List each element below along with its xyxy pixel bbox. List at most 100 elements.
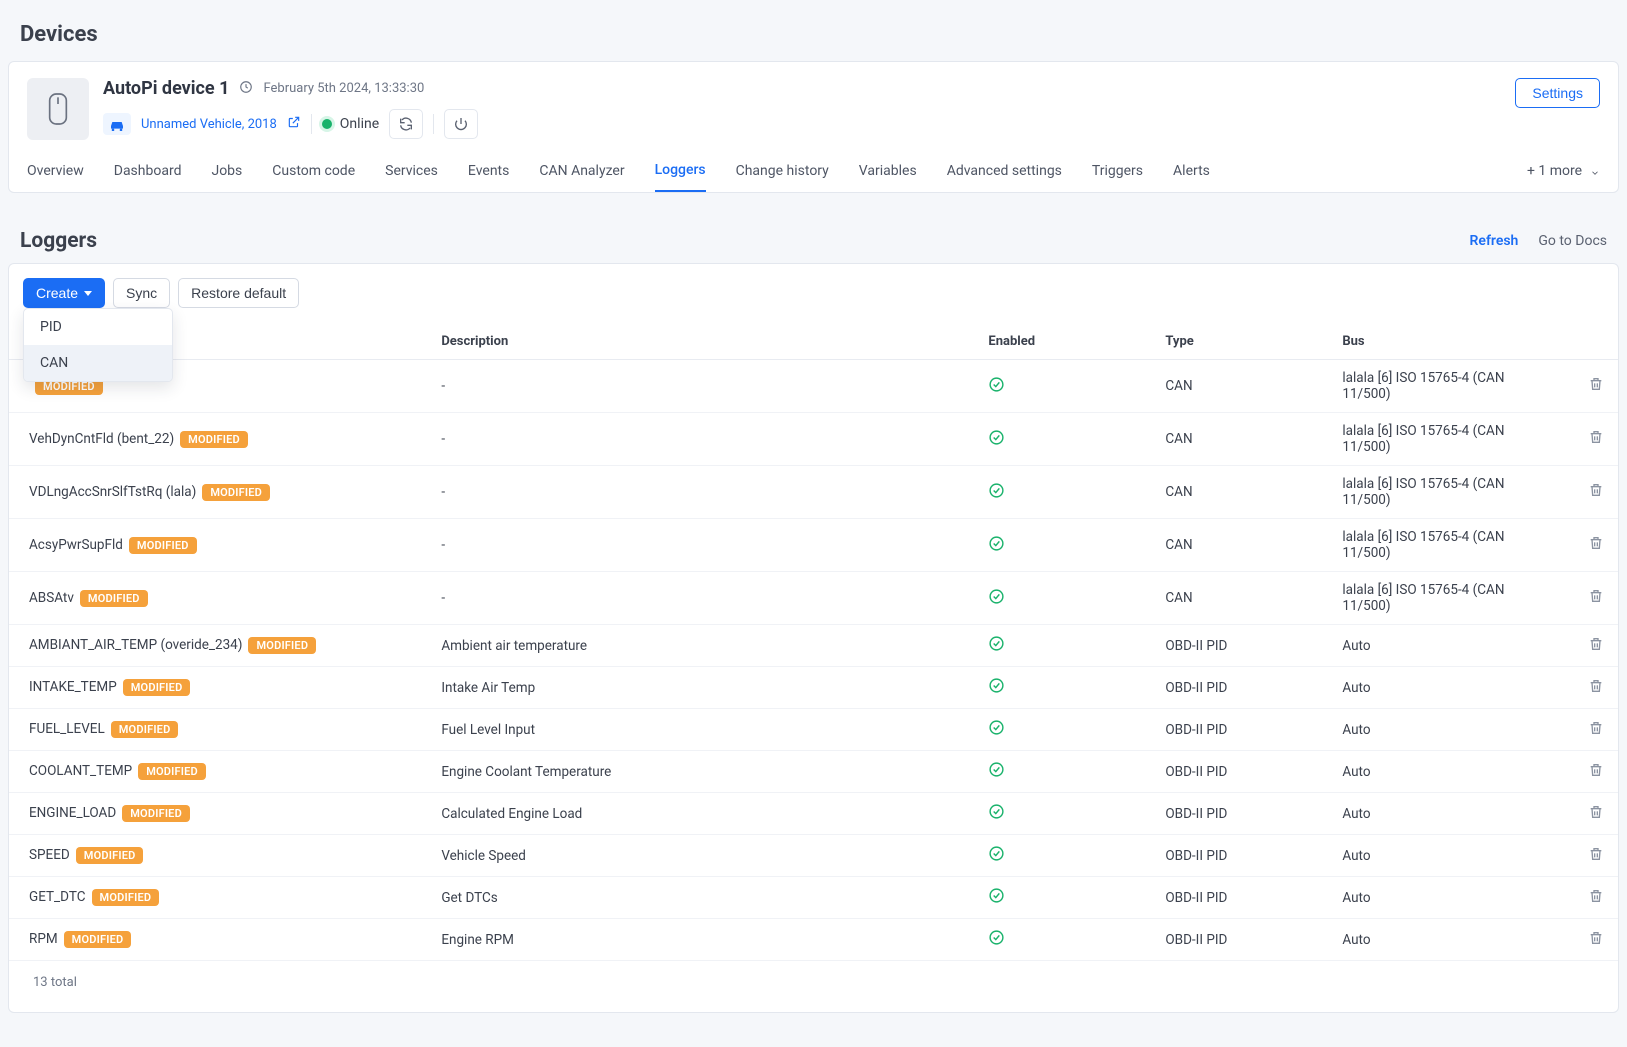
- create-button-label: Create: [36, 285, 78, 301]
- external-link-icon[interactable]: [287, 115, 301, 133]
- device-name: AutoPi device 1: [103, 78, 229, 99]
- modified-badge: MODIFIED: [80, 590, 148, 607]
- loggers-card: Create Sync Restore default PID CAN Name…: [8, 263, 1619, 1013]
- check-circle-icon: [988, 540, 1005, 556]
- table-row[interactable]: SPEEDMODIFIEDVehicle SpeedOBD-II PIDAuto: [9, 835, 1618, 877]
- row-name: INTAKE_TEMP: [29, 679, 117, 695]
- docs-link[interactable]: Go to Docs: [1538, 233, 1607, 249]
- row-bus: Auto: [1328, 625, 1569, 667]
- row-type: CAN: [1151, 572, 1328, 625]
- check-circle-icon: [988, 724, 1005, 740]
- clock-icon: [239, 80, 253, 98]
- tab-change-history[interactable]: Change history: [736, 155, 829, 191]
- sync-button[interactable]: Sync: [113, 278, 170, 308]
- row-bus: Auto: [1328, 835, 1569, 877]
- delete-button[interactable]: [1588, 486, 1604, 502]
- create-button[interactable]: Create: [23, 278, 105, 308]
- row-type: OBD-II PID: [1151, 877, 1328, 919]
- delete-button[interactable]: [1588, 640, 1604, 656]
- tab-loggers[interactable]: Loggers: [655, 154, 706, 192]
- modified-badge: MODIFIED: [123, 679, 191, 696]
- delete-button[interactable]: [1588, 808, 1604, 824]
- tab-alerts[interactable]: Alerts: [1173, 155, 1210, 191]
- row-bus: Auto: [1328, 709, 1569, 751]
- row-name: VDLngAccSnrSlfTstRq (lala): [29, 484, 196, 500]
- table-row[interactable]: VDLngAccSnrSlfTstRq (lala)MODIFIED-CANla…: [9, 466, 1618, 519]
- row-name: AMBIANT_AIR_TEMP (overide_234): [29, 637, 242, 653]
- table-row[interactable]: COOLANT_TEMPMODIFIEDEngine Coolant Tempe…: [9, 751, 1618, 793]
- row-bus: Auto: [1328, 751, 1569, 793]
- tab-can-analyzer[interactable]: CAN Analyzer: [539, 155, 624, 191]
- row-name: AcsyPwrSupFld: [29, 537, 123, 553]
- modified-badge: MODIFIED: [248, 637, 316, 654]
- delete-button[interactable]: [1588, 766, 1604, 782]
- delete-button[interactable]: [1588, 592, 1604, 608]
- power-button[interactable]: [444, 109, 478, 139]
- device-tabs: Overview Dashboard Jobs Custom code Services…: [9, 140, 1618, 192]
- modified-badge: MODIFIED: [122, 805, 190, 822]
- tab-triggers[interactable]: Triggers: [1092, 155, 1143, 191]
- tab-overview[interactable]: Overview: [27, 155, 84, 191]
- col-bus[interactable]: Bus: [1342, 334, 1364, 349]
- refresh-link[interactable]: Refresh: [1470, 233, 1519, 249]
- delete-button[interactable]: [1588, 934, 1604, 950]
- tab-dashboard[interactable]: Dashboard: [114, 155, 182, 191]
- device-card: AutoPi device 1 February 5th 2024, 13:33…: [8, 61, 1619, 193]
- tab-services[interactable]: Services: [385, 155, 438, 191]
- tabs-more[interactable]: + 1 more: [1527, 155, 1600, 191]
- status-dot-icon: [322, 119, 332, 129]
- refresh-device-button[interactable]: [389, 109, 423, 139]
- row-description: Vehicle Speed: [427, 835, 974, 877]
- tab-custom-code[interactable]: Custom code: [272, 155, 355, 191]
- vehicle-link[interactable]: Unnamed Vehicle, 2018: [141, 117, 277, 132]
- table-row[interactable]: INTAKE_TEMPMODIFIEDIntake Air TempOBD-II…: [9, 667, 1618, 709]
- restore-default-button[interactable]: Restore default: [178, 278, 299, 308]
- table-row[interactable]: FUEL_LEVELMODIFIEDFuel Level InputOBD-II…: [9, 709, 1618, 751]
- table-row[interactable]: GET_DTCMODIFIEDGet DTCsOBD-II PIDAuto: [9, 877, 1618, 919]
- col-description[interactable]: Description: [441, 334, 508, 349]
- tab-variables[interactable]: Variables: [859, 155, 917, 191]
- table-row[interactable]: AcsyPwrSupFldMODIFIED-CANlalala [6] ISO …: [9, 519, 1618, 572]
- delete-button[interactable]: [1588, 892, 1604, 908]
- delete-button[interactable]: [1588, 724, 1604, 740]
- refresh-icon: [398, 116, 414, 132]
- delete-button[interactable]: [1588, 850, 1604, 866]
- table-row[interactable]: MODIFIED-CANlalala [6] ISO 15765-4 (CAN …: [9, 360, 1618, 413]
- tab-events[interactable]: Events: [468, 155, 509, 191]
- check-circle-icon: [988, 934, 1005, 950]
- table-row[interactable]: AMBIANT_AIR_TEMP (overide_234)MODIFIEDAm…: [9, 625, 1618, 667]
- delete-button[interactable]: [1588, 539, 1604, 555]
- row-type: OBD-II PID: [1151, 751, 1328, 793]
- table-row[interactable]: ABSAtvMODIFIED-CANlalala [6] ISO 15765-4…: [9, 572, 1618, 625]
- row-description: -: [427, 572, 974, 625]
- tab-advanced-settings[interactable]: Advanced settings: [947, 155, 1062, 191]
- row-type: OBD-II PID: [1151, 919, 1328, 961]
- table-footer-total: 13 total: [9, 961, 1618, 1004]
- col-enabled[interactable]: Enabled: [988, 334, 1035, 349]
- delete-button[interactable]: [1588, 380, 1604, 396]
- check-circle-icon: [988, 640, 1005, 656]
- delete-button[interactable]: [1588, 682, 1604, 698]
- row-bus: lalala [6] ISO 15765-4 (CAN 11/500): [1328, 413, 1569, 466]
- vehicle-badge: [103, 113, 131, 135]
- row-name: COOLANT_TEMP: [29, 763, 132, 779]
- table-row[interactable]: ENGINE_LOADMODIFIEDCalculated Engine Loa…: [9, 793, 1618, 835]
- chevron-down-icon: [84, 291, 92, 296]
- settings-button[interactable]: Settings: [1515, 78, 1600, 108]
- chevron-down-icon: [1590, 166, 1600, 176]
- table-row[interactable]: RPMMODIFIEDEngine RPMOBD-II PIDAuto: [9, 919, 1618, 961]
- table-row[interactable]: VehDynCntFld (bent_22)MODIFIED-CANlalala…: [9, 413, 1618, 466]
- dropdown-item-pid[interactable]: PID: [24, 309, 172, 345]
- delete-button[interactable]: [1588, 433, 1604, 449]
- row-description: -: [427, 360, 974, 413]
- online-status: Online: [322, 116, 379, 132]
- status-text: Online: [340, 116, 379, 132]
- row-type: OBD-II PID: [1151, 667, 1328, 709]
- dropdown-item-can[interactable]: CAN: [24, 345, 172, 381]
- row-type: OBD-II PID: [1151, 625, 1328, 667]
- col-type[interactable]: Type: [1165, 334, 1193, 349]
- check-circle-icon: [988, 381, 1005, 397]
- tab-jobs[interactable]: Jobs: [211, 155, 242, 191]
- row-description: Fuel Level Input: [427, 709, 974, 751]
- row-name: SPEED: [29, 847, 70, 863]
